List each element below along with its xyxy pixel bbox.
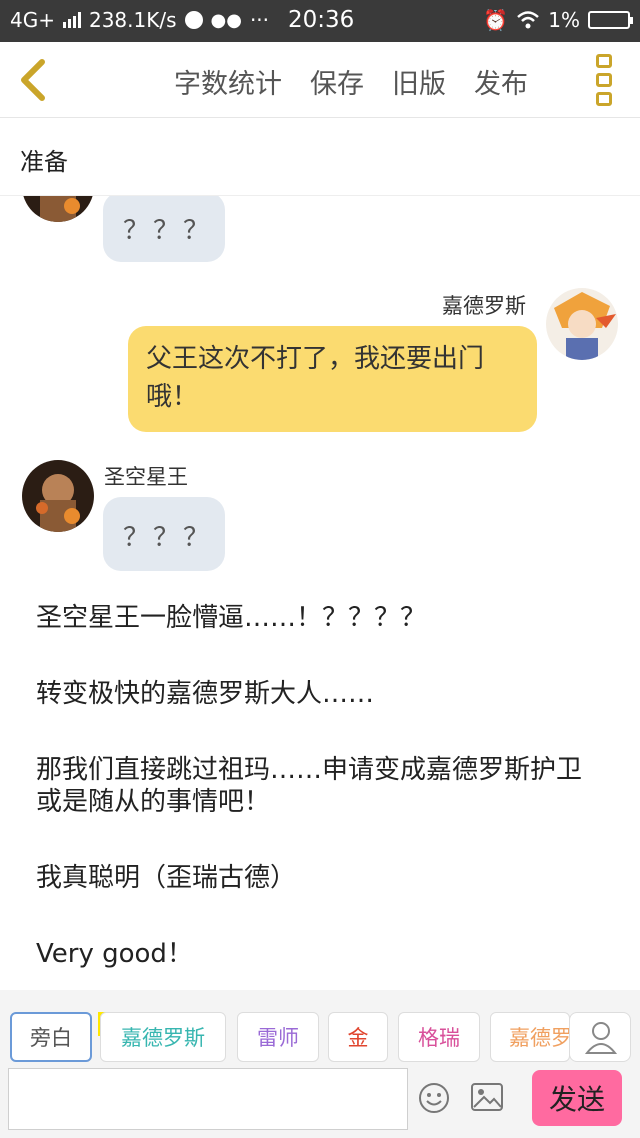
signal-icon bbox=[62, 12, 81, 28]
chapter-title: 准备 bbox=[20, 148, 68, 176]
app-notification-icon bbox=[184, 11, 203, 29]
narration-text[interactable]: Very good！ bbox=[36, 938, 606, 970]
wifi-icon bbox=[517, 11, 540, 29]
manage-characters-button[interactable] bbox=[569, 1012, 631, 1062]
save-button[interactable]: 保存 bbox=[310, 62, 364, 101]
message-bubble[interactable]: ？？？ bbox=[103, 497, 225, 571]
more-notifications: ··· bbox=[249, 8, 270, 32]
status-bar: 4G+ 238.1K/s ●● ··· 20:36 ⏰ 1% bbox=[0, 0, 640, 42]
message-input[interactable] bbox=[8, 1068, 408, 1130]
wechat-icon: ●● bbox=[210, 9, 242, 31]
avatar-jiadeluosi[interactable] bbox=[546, 288, 618, 360]
narration-text[interactable]: 那我们直接跳过祖玛……申请变成嘉德罗斯护卫或是随从的事情吧！ bbox=[36, 754, 606, 818]
clock: 20:36 bbox=[288, 7, 355, 33]
chat-content[interactable]: ？？？ 嘉德罗斯 父王这次不打了，我还要出门哦！ 圣空星王 ？？？ 圣空星王一脸… bbox=[0, 196, 640, 990]
image-icon[interactable] bbox=[470, 1082, 504, 1112]
character-tag[interactable]: 金 bbox=[328, 1012, 388, 1062]
speaker-name: 圣空星王 bbox=[104, 465, 188, 489]
character-selector: 旁白 主 嘉德罗斯 雷师 金 格瑞 嘉德罗 bbox=[0, 990, 640, 1062]
speaker-name: 嘉德罗斯 bbox=[442, 294, 526, 318]
message-bubble[interactable]: 父王这次不打了，我还要出门哦！ bbox=[128, 326, 537, 432]
emoji-icon[interactable] bbox=[418, 1082, 450, 1114]
character-tag[interactable]: 嘉德罗斯 bbox=[100, 1012, 226, 1062]
publish-button[interactable]: 发布 bbox=[474, 62, 528, 101]
alarm-icon: ⏰ bbox=[483, 8, 509, 32]
network-type: 4G+ bbox=[10, 8, 55, 32]
character-tag[interactable]: 嘉德罗 bbox=[490, 1012, 570, 1062]
message-bubble[interactable]: ？？？ bbox=[103, 196, 225, 262]
input-bar: 发送 bbox=[0, 1062, 640, 1138]
avatar-shengkong[interactable] bbox=[22, 196, 94, 222]
chapter-title-bar[interactable]: 准备 bbox=[0, 118, 640, 196]
battery-icon bbox=[588, 11, 633, 29]
more-menu-icon[interactable] bbox=[596, 54, 616, 106]
character-tag-narrator[interactable]: 旁白 bbox=[10, 1012, 92, 1062]
send-button[interactable]: 发送 bbox=[532, 1070, 622, 1126]
word-count-button[interactable]: 字数统计 bbox=[174, 62, 282, 101]
network-speed: 238.1K/s bbox=[88, 8, 177, 32]
battery-level: 1% bbox=[548, 8, 580, 32]
person-icon bbox=[584, 1022, 618, 1054]
back-arrow-icon[interactable] bbox=[14, 56, 54, 104]
narration-text[interactable]: 圣空星王一脸懵逼……！？？？？ bbox=[36, 602, 606, 634]
character-tag[interactable]: 格瑞 bbox=[398, 1012, 480, 1062]
editor-toolbar: 字数统计 保存 旧版 发布 bbox=[0, 42, 640, 118]
narration-text[interactable]: 转变极快的嘉德罗斯大人…… bbox=[36, 678, 606, 710]
old-version-button[interactable]: 旧版 bbox=[392, 62, 446, 101]
narration-text[interactable]: 我真聪明（歪瑞古德） bbox=[36, 862, 606, 894]
avatar-shengkong[interactable] bbox=[22, 460, 94, 532]
character-tag[interactable]: 雷师 bbox=[237, 1012, 319, 1062]
